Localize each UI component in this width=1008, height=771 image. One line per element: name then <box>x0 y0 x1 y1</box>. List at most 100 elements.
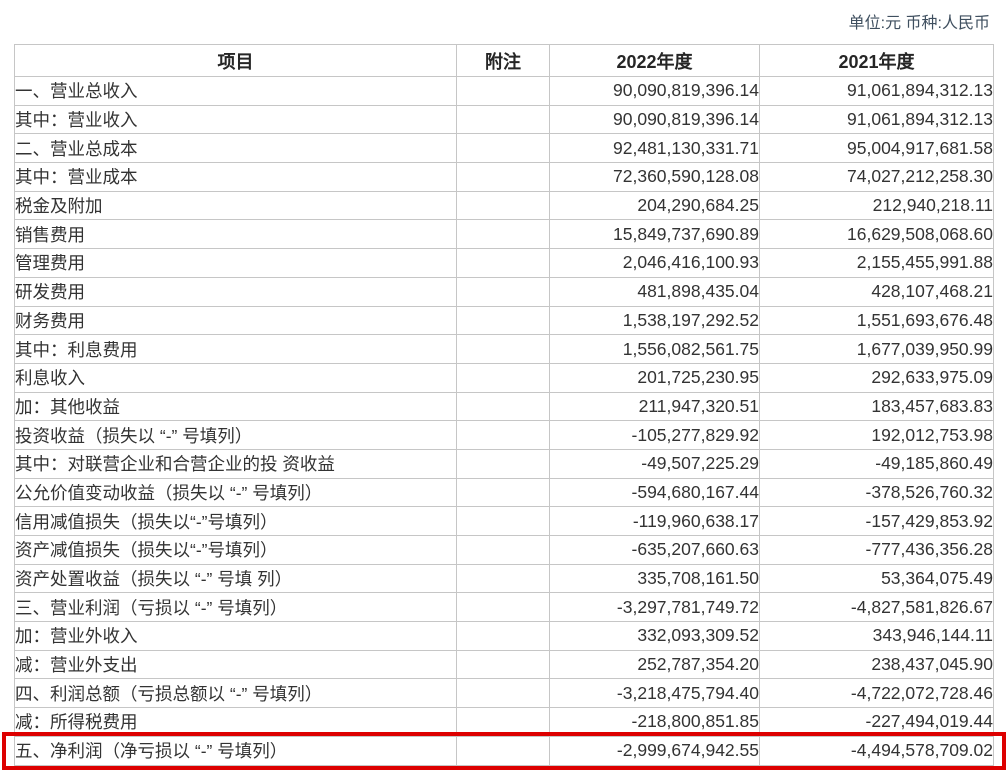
value-2022-cell: -594,680,167.44 <box>549 477 760 508</box>
value-2022-cell: 335,708,161.50 <box>549 563 760 594</box>
value-2022-cell: -3,297,781,749.72 <box>549 592 760 623</box>
value-2021-cell: 95,004,917,681.58 <box>759 133 994 164</box>
note-cell <box>456 104 550 135</box>
value-2021-cell: 238,437,045.90 <box>759 649 994 680</box>
note-cell <box>456 535 550 565</box>
value-2021-cell: 212,940,218.11 <box>759 190 994 221</box>
table-row: 资产处置收益（损失以 “-” 号填 列） 335,708,161.50 53,364… <box>14 563 994 594</box>
value-2021-cell: 2,155,455,991.88 <box>759 248 994 278</box>
unit-currency-label: 单位:元 币种:人民币 <box>848 15 990 32</box>
table-row: 四、利润总额（亏损总额以 “-” 号填列） -3,218,475,794.40 -4… <box>14 678 994 709</box>
table-row: 一、营业总收入 90,090,819,396.14 91,061,894,312.1… <box>14 76 994 106</box>
table-row: 其中：营业成本 72,360,590,128.08 74,027,212,258.3… <box>14 162 994 192</box>
value-2022-cell: 90,090,819,396.14 <box>549 104 760 135</box>
note-cell <box>456 592 550 623</box>
note-cell <box>456 477 550 508</box>
note-cell <box>456 391 550 422</box>
value-2022-cell: -105,277,829.92 <box>549 420 760 450</box>
item-cell: 资产减值损失（损失以“-”号填列） <box>14 535 457 565</box>
value-2022-cell: -3,218,475,794.40 <box>549 678 760 709</box>
value-2021-cell: 183,457,683.83 <box>759 391 994 422</box>
value-2021-cell: 91,061,894,312.13 <box>759 104 994 135</box>
note-cell <box>456 133 550 164</box>
column-header-item: 项目 <box>14 44 457 77</box>
note-cell <box>456 305 550 336</box>
item-cell: 三、营业利润（亏损以 “-” 号填列） <box>14 592 457 623</box>
item-cell: 公允价值变动收益（损失以 “-” 号填列） <box>14 477 457 508</box>
table-row: 公允价值变动收益（损失以 “-” 号填列） -594,680,167.44 -378… <box>14 477 994 508</box>
value-2022-cell: 72,360,590,128.08 <box>549 162 760 192</box>
income-statement-table: 项目 附注 2022年度 2021年度 一、营业总收入 90,090,819,39… <box>14 44 994 766</box>
note-cell <box>456 420 550 450</box>
value-2022-cell: 332,093,309.52 <box>549 621 760 651</box>
value-2022-cell: -2,999,674,942.55 <box>549 735 760 766</box>
value-2021-cell: -378,526,760.32 <box>759 477 994 508</box>
value-2022-cell: 204,290,684.25 <box>549 190 760 221</box>
note-cell <box>456 448 550 479</box>
item-cell: 投资收益（损失以 “-” 号填列） <box>14 420 457 450</box>
value-2022-cell: 1,556,082,561.75 <box>549 334 760 364</box>
note-cell <box>456 707 550 737</box>
table-row: 信用减值损失（损失以“-”号填列） -119,960,638.17 -157,429… <box>14 506 994 536</box>
value-2021-cell: 343,946,144.11 <box>759 621 994 651</box>
item-cell: 其中：利息费用 <box>14 334 457 364</box>
table-row: 利息收入 201,725,230.95 292,633,975.09 <box>14 362 994 393</box>
item-cell: 研发费用 <box>14 276 457 307</box>
table-row: 其中：利息费用 1,556,082,561.75 1,677,039,950.99 <box>14 334 994 364</box>
note-cell <box>456 563 550 594</box>
value-2022-cell: 211,947,320.51 <box>549 391 760 422</box>
value-2021-cell: -4,722,072,728.46 <box>759 678 994 709</box>
note-cell <box>456 506 550 536</box>
value-2022-cell: -218,800,851.85 <box>549 707 760 737</box>
note-cell <box>456 162 550 192</box>
item-cell: 加：营业外收入 <box>14 621 457 651</box>
value-2022-cell: 90,090,819,396.14 <box>549 76 760 106</box>
value-2021-cell: 53,364,075.49 <box>759 563 994 594</box>
table-row: 其中：对联营企业和合营企业的投 资收益 -49,507,225.29 -49,185… <box>14 448 994 479</box>
table-row: 减：营业外支出 252,787,354.20 238,437,045.90 <box>14 649 994 680</box>
value-2021-cell: -49,185,860.49 <box>759 448 994 479</box>
item-cell: 税金及附加 <box>14 190 457 221</box>
value-2022-cell: 252,787,354.20 <box>549 649 760 680</box>
item-cell: 管理费用 <box>14 248 457 278</box>
table-row: 减：所得税费用 -218,800,851.85 -227,494,019.44 <box>14 707 994 737</box>
item-cell: 减：营业外支出 <box>14 649 457 680</box>
table-header-row: 项目 附注 2022年度 2021年度 <box>14 44 994 77</box>
value-2022-cell: 481,898,435.04 <box>549 276 760 307</box>
value-2022-cell: -635,207,660.63 <box>549 535 760 565</box>
item-cell: 其中：营业成本 <box>14 162 457 192</box>
item-cell: 五、净利润（净亏损以 “-” 号填列） <box>14 735 457 766</box>
value-2021-cell: -4,827,581,826.67 <box>759 592 994 623</box>
note-cell <box>456 248 550 278</box>
item-cell: 其中：营业收入 <box>14 104 457 135</box>
table-row: 管理费用 2,046,416,100.93 2,155,455,991.88 <box>14 248 994 278</box>
value-2022-cell: 2,046,416,100.93 <box>549 248 760 278</box>
column-header-note: 附注 <box>456 44 550 77</box>
table-row: 加：营业外收入 332,093,309.52 343,946,144.11 <box>14 621 994 651</box>
note-cell <box>456 76 550 106</box>
table-row: 财务费用 1,538,197,292.52 1,551,693,676.48 <box>14 305 994 336</box>
table-row: 销售费用 15,849,737,690.89 16,629,508,068.60 <box>14 219 994 250</box>
column-header-2021: 2021年度 <box>759 44 994 77</box>
note-cell <box>456 621 550 651</box>
value-2021-cell: 74,027,212,258.30 <box>759 162 994 192</box>
value-2021-cell: 91,061,894,312.13 <box>759 76 994 106</box>
item-cell: 加：其他收益 <box>14 391 457 422</box>
value-2021-cell: 292,633,975.09 <box>759 362 994 393</box>
table-row: 三、营业利润（亏损以 “-” 号填列） -3,297,781,749.72 -4,8… <box>14 592 994 623</box>
table-row: 五、净利润（净亏损以 “-” 号填列） -2,999,674,942.55 -4,4… <box>14 735 994 766</box>
table-row: 资产减值损失（损失以“-”号填列） -635,207,660.63 -777,436… <box>14 535 994 565</box>
value-2022-cell: 92,481,130,331.71 <box>549 133 760 164</box>
note-cell <box>456 334 550 364</box>
value-2022-cell: 15,849,737,690.89 <box>549 219 760 250</box>
item-cell: 减：所得税费用 <box>14 707 457 737</box>
item-cell: 财务费用 <box>14 305 457 336</box>
item-cell: 一、营业总收入 <box>14 76 457 106</box>
value-2021-cell: -227,494,019.44 <box>759 707 994 737</box>
note-cell <box>456 678 550 709</box>
table-row: 其中：营业收入 90,090,819,396.14 91,061,894,312.1… <box>14 104 994 135</box>
value-2021-cell: -4,494,578,709.02 <box>759 735 994 766</box>
value-2022-cell: -49,507,225.29 <box>549 448 760 479</box>
value-2022-cell: -119,960,638.17 <box>549 506 760 536</box>
item-cell: 信用减值损失（损失以“-”号填列） <box>14 506 457 536</box>
